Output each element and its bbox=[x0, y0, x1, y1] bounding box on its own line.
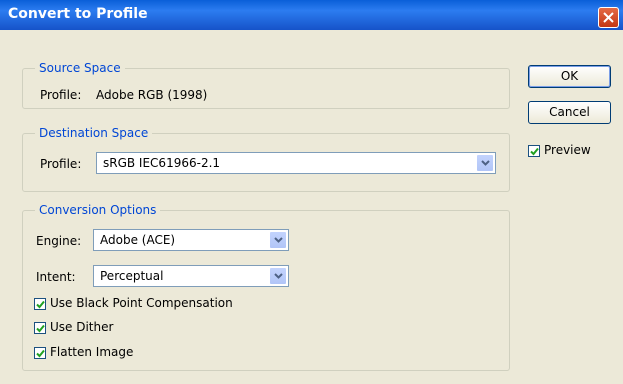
intent-select[interactable]: Perceptual bbox=[93, 265, 289, 287]
destination-profile-select[interactable]: sRGB IEC61966-2.1 bbox=[96, 152, 496, 174]
destination-profile-value: sRGB IEC61966-2.1 bbox=[103, 156, 221, 170]
preview-checkbox[interactable] bbox=[528, 145, 540, 157]
preview-label[interactable]: Preview bbox=[544, 143, 591, 157]
source-space-legend: Source Space bbox=[39, 61, 121, 75]
convert-to-profile-dialog: Convert to Profile Source Space Profile:… bbox=[0, 0, 623, 384]
close-icon bbox=[603, 12, 614, 23]
engine-label: Engine: bbox=[36, 234, 82, 248]
engine-dropdown-button[interactable] bbox=[269, 231, 287, 249]
flatten-image-label[interactable]: Flatten Image bbox=[50, 345, 133, 359]
ok-button[interactable]: OK bbox=[528, 65, 611, 88]
black-point-compensation-checkbox[interactable] bbox=[34, 298, 46, 310]
destination-profile-label: Profile: bbox=[40, 157, 82, 171]
chevron-down-icon bbox=[274, 273, 283, 279]
source-profile-label: Profile: bbox=[40, 88, 82, 102]
black-point-compensation-label[interactable]: Use Black Point Compensation bbox=[50, 296, 233, 310]
checkmark-icon bbox=[530, 147, 539, 156]
checkmark-icon bbox=[36, 300, 45, 309]
intent-dropdown-button[interactable] bbox=[269, 267, 287, 285]
destination-space-legend: Destination Space bbox=[39, 126, 149, 140]
intent-label: Intent: bbox=[36, 270, 76, 284]
use-dither-label[interactable]: Use Dither bbox=[50, 320, 113, 334]
flatten-image-checkbox[interactable] bbox=[34, 347, 46, 359]
engine-select[interactable]: Adobe (ACE) bbox=[93, 229, 289, 251]
source-profile-value: Adobe RGB (1998) bbox=[96, 88, 208, 102]
chevron-down-icon bbox=[274, 237, 283, 243]
cancel-button[interactable]: Cancel bbox=[528, 101, 611, 124]
title-bar[interactable]: Convert to Profile bbox=[0, 0, 623, 30]
use-dither-checkbox[interactable] bbox=[34, 322, 46, 334]
checkmark-icon bbox=[36, 349, 45, 358]
dialog-title: Convert to Profile bbox=[8, 6, 148, 22]
conversion-options-legend: Conversion Options bbox=[39, 203, 157, 217]
intent-value: Perceptual bbox=[100, 269, 164, 283]
close-button[interactable] bbox=[598, 7, 619, 28]
checkmark-icon bbox=[36, 324, 45, 333]
destination-profile-dropdown-button[interactable] bbox=[476, 154, 494, 172]
chevron-down-icon bbox=[481, 160, 490, 166]
engine-value: Adobe (ACE) bbox=[100, 233, 176, 247]
